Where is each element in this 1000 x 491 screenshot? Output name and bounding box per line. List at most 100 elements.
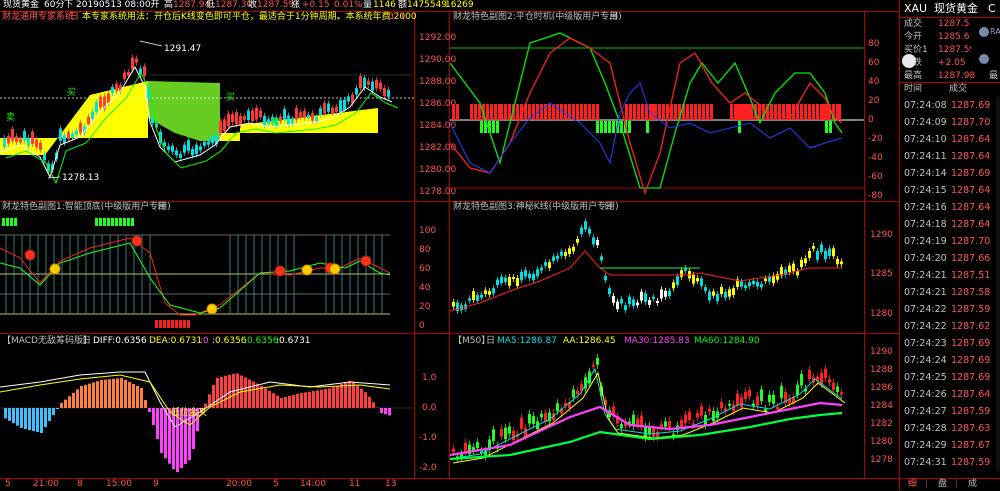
p2-arrow[interactable]: 日 xyxy=(609,12,618,23)
tick-row[interactable]: 07:24:151287.64 xyxy=(900,182,996,199)
candle-body xyxy=(776,407,779,409)
hist-bar-red xyxy=(556,104,559,120)
hist-bar-green xyxy=(596,121,599,133)
macd-bar xyxy=(60,403,63,408)
p5-title[interactable]: 【MACD无敌筹码版】 xyxy=(2,336,92,347)
candle-body xyxy=(800,374,803,385)
tick-row[interactable]: 07:24:101287.64 xyxy=(900,131,996,148)
tick-row[interactable]: 07:24:291287.67 xyxy=(900,437,996,454)
tick-list-header: 时间 成交 xyxy=(900,83,1000,97)
p3-arrow[interactable]: 日 xyxy=(157,202,166,213)
p6-y-axis: 1290 1288 1286 1284 1282 1280 1278 xyxy=(866,347,900,478)
quote-sidebar: XAU 现货黄金 C 成交 1287.5 今开 1285.61 最 买价1 12… xyxy=(900,0,1000,490)
candle-body xyxy=(67,132,70,139)
candle-body xyxy=(584,221,587,229)
tick-row[interactable]: 07:24:261287.64 xyxy=(900,386,996,403)
tick-row[interactable]: 07:24:311287.59 xyxy=(900,454,996,471)
tick-row[interactable]: 07:24:281287.63 xyxy=(900,420,996,437)
hist-bar-red xyxy=(474,104,477,120)
tick-row[interactable]: 07:24:211287.58 xyxy=(900,284,996,301)
exit-timing-chart[interactable] xyxy=(450,23,864,201)
candle-body xyxy=(528,414,531,424)
tick-row[interactable]: 07:24:191287.70 xyxy=(900,233,996,250)
candle-body xyxy=(732,288,735,295)
candle-body xyxy=(287,116,290,125)
candle-body xyxy=(708,292,711,301)
tab-orderbook[interactable]: 盘 xyxy=(938,479,947,490)
tick-time: 07:24:20 xyxy=(904,250,947,267)
macd-bar xyxy=(48,408,51,421)
ma-chart[interactable] xyxy=(450,347,864,478)
candle-body xyxy=(520,418,523,429)
tick-row[interactable]: 07:24:141287.69 xyxy=(900,165,996,182)
macd-bar xyxy=(24,408,27,429)
hist-bar-red xyxy=(490,104,493,120)
top-signal-green xyxy=(115,218,118,226)
macd-bar xyxy=(316,390,319,408)
p3-title-bar: 财龙特色副图1:智能顶底(中级版用户专用) 日 xyxy=(2,202,402,213)
tick-row[interactable]: 07:24:091287.70 xyxy=(900,114,996,131)
main-panel-arrow[interactable]: 日 xyxy=(70,12,79,23)
tick-row[interactable]: 07:24:271287.59 xyxy=(900,403,996,420)
hist-bar-green xyxy=(604,121,607,133)
top-bottom-chart[interactable] xyxy=(0,213,414,333)
candle-body xyxy=(355,88,358,95)
hist-bar-red xyxy=(629,104,632,120)
tick-row[interactable]: 07:24:081287.69 xyxy=(900,97,996,114)
p5-extra1: :0 xyxy=(200,336,209,347)
p4-arrow[interactable]: 日 xyxy=(604,202,613,213)
tab-detail[interactable]: 细 xyxy=(908,479,917,490)
candle-body xyxy=(303,111,306,118)
hist-bar-red xyxy=(504,104,507,120)
tab-trades[interactable]: 成 xyxy=(968,479,977,490)
popup-badge[interactable]: RA xyxy=(971,18,1000,70)
x-tick: 11 xyxy=(349,479,360,490)
main-panel-title[interactable]: 财龙通用专家系统 xyxy=(2,12,74,23)
mystery-kline-chart[interactable] xyxy=(450,213,864,333)
tick-row[interactable]: 07:24:251287.69 xyxy=(900,369,996,386)
list-scrollbar[interactable] xyxy=(996,97,1000,471)
macd-bar xyxy=(16,408,19,426)
tick-time: 07:24:19 xyxy=(904,233,947,250)
candle-body xyxy=(179,154,182,158)
tick-row[interactable]: 07:24:201287.66 xyxy=(900,250,996,267)
macd-bar xyxy=(136,386,139,408)
y-tick: 40 xyxy=(419,283,430,294)
macd-bar xyxy=(284,397,287,408)
candle-body xyxy=(576,391,579,395)
tick-row[interactable]: 07:24:161287.64 xyxy=(900,199,996,216)
candle-body xyxy=(480,295,483,298)
candle-body xyxy=(700,406,703,415)
hist-bar-red xyxy=(782,104,785,120)
macd-bar xyxy=(132,384,135,408)
tick-row[interactable]: 07:24:211287.51 xyxy=(900,267,996,284)
candle-body xyxy=(636,419,639,426)
p2-title[interactable]: 财龙特色副图2:平仓时机(中级版用户专用) xyxy=(453,12,622,23)
high-marker xyxy=(140,41,162,46)
tick-row[interactable]: 07:24:221287.59 xyxy=(900,301,996,318)
tick-row[interactable]: 07:24:181287.64 xyxy=(900,216,996,233)
p3-title[interactable]: 财龙特色副图1:智能顶底(中级版用户专用) xyxy=(2,202,171,213)
candle-body xyxy=(680,270,683,277)
p2-y-axis: 80 60 40 20 0 -20 -40 -60 -80 xyxy=(866,23,900,201)
y-tick: 60 xyxy=(419,264,430,275)
p6-title[interactable]: 【M50】 xyxy=(453,336,490,347)
macd-bar xyxy=(272,393,275,408)
candle-body xyxy=(832,383,835,390)
low-price-annotation: 1278.13 xyxy=(62,173,99,184)
tick-list[interactable]: 07:24:081287.6907:24:091287.7007:24:1012… xyxy=(900,97,996,471)
tick-row[interactable]: 07:24:221287.62 xyxy=(900,318,996,335)
tick-row[interactable]: 07:24:111287.64 xyxy=(900,148,996,165)
macd-bar xyxy=(364,392,367,408)
macd-bar xyxy=(144,400,147,408)
hist-bar-red xyxy=(564,104,567,120)
candle-body xyxy=(504,428,507,439)
candle-body xyxy=(239,116,242,125)
tick-row[interactable]: 07:24:231287.69 xyxy=(900,335,996,352)
candle-body xyxy=(592,237,595,244)
bottom-signal-red xyxy=(183,320,186,328)
tick-row[interactable]: 07:24:241287.69 xyxy=(900,352,996,369)
p4-title[interactable]: 财龙特色副图3:神秘K线(中级版用户专用) xyxy=(453,202,619,213)
candle-body xyxy=(608,288,611,294)
tick-time: 07:24:23 xyxy=(904,335,947,352)
